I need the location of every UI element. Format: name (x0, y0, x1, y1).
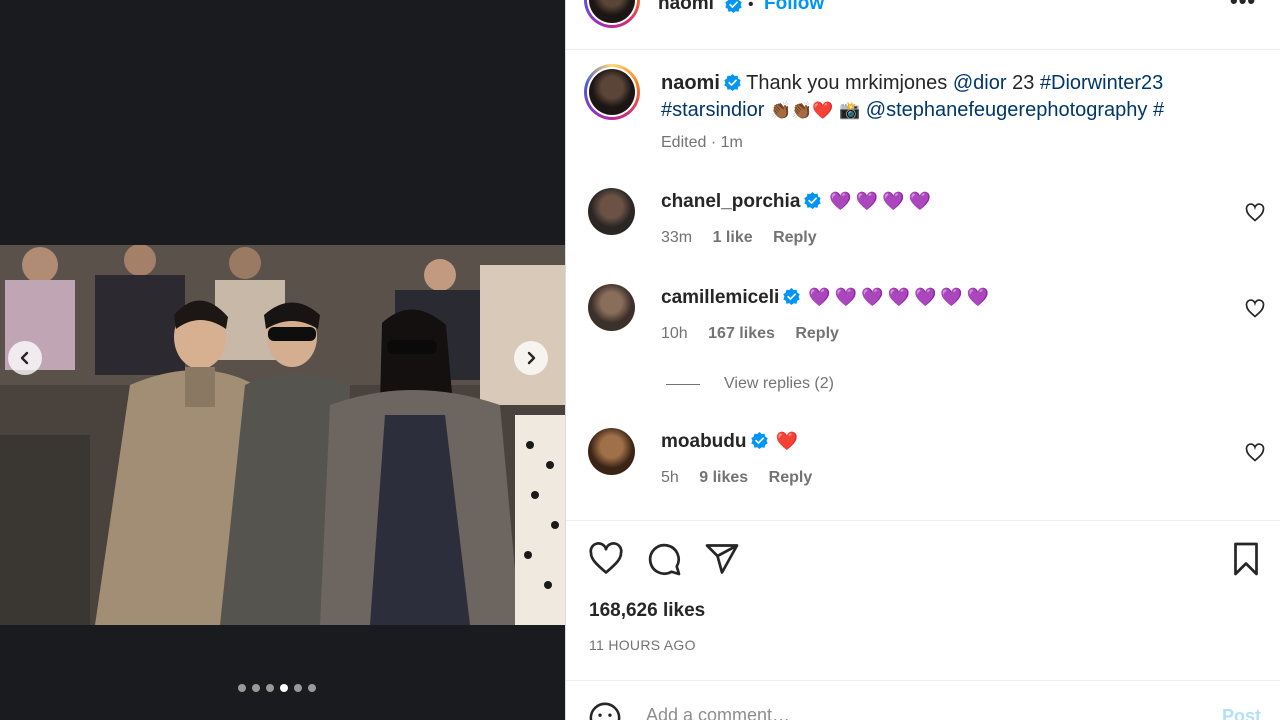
save-bookmark-icon[interactable] (1228, 541, 1264, 577)
comment-meta: 33m 1 like Reply (661, 229, 833, 247)
caption-text: Thank you mrkimjones (746, 72, 948, 94)
comment-text: ❤️ (775, 431, 802, 451)
emoji-smiley-icon[interactable] (588, 701, 622, 720)
comment-meta: 10h 167 likes Reply (661, 325, 855, 343)
share-send-icon[interactable] (704, 541, 740, 577)
comment-likes[interactable]: 9 likes (699, 469, 748, 486)
carousel-indicator (238, 684, 316, 692)
carousel-next-button[interactable] (514, 341, 548, 375)
post-comment-button[interactable]: Post (1222, 706, 1261, 720)
verified-badge-icon (725, 0, 742, 13)
post-like-count[interactable]: 168,626 likes (589, 600, 705, 622)
comment-reply-button[interactable]: Reply (795, 325, 839, 342)
caption-emojis: 👏🏾👏🏾❤️ (769, 101, 834, 120)
comment-bubble-icon[interactable] (646, 541, 682, 577)
comment-username[interactable]: moabudu (661, 431, 747, 452)
verified-badge-icon (750, 432, 768, 449)
comment-heart-icon[interactable] (1245, 443, 1265, 463)
post-caption: naomi Thank you mrkimjones @dior 23 #Dio… (661, 70, 1221, 124)
add-comment-bar: Post (566, 680, 1280, 720)
add-comment-input[interactable] (646, 705, 1186, 720)
replies-divider-line (666, 383, 700, 385)
carousel-dot (238, 684, 246, 692)
comment-reply-button[interactable]: Reply (769, 469, 813, 486)
comment-heart-icon[interactable] (1245, 299, 1265, 319)
post-side-panel: naomi • Follow ••• naomi Thank you mrkim… (565, 0, 1280, 720)
author-avatar[interactable] (584, 0, 640, 28)
comment-meta: 5h 9 likes Reply (661, 469, 828, 487)
follow-button[interactable]: Follow (764, 0, 824, 15)
comment-likes[interactable]: 1 like (713, 229, 753, 246)
comment-reply-button[interactable]: Reply (773, 229, 817, 246)
camera-emoji: 📸 (839, 101, 861, 120)
post-actions-bar (566, 520, 1280, 596)
comment-username[interactable]: camillemiceli (661, 287, 779, 308)
caption-mention-dior[interactable]: @dior (953, 72, 1007, 94)
verified-badge-icon (783, 288, 800, 305)
comment-likes[interactable]: 167 likes (708, 325, 775, 342)
caption-edited-time: Edited · 1m (661, 134, 743, 151)
comment-content: camillemiceli 💜💜💜💜💜💜💜 (661, 287, 993, 309)
verified-badge-icon (804, 192, 822, 209)
caption-hashtag-diorwinter23[interactable]: #Diorwinter23 (1040, 72, 1163, 94)
comment-heart-icon[interactable] (1245, 203, 1265, 223)
author-username[interactable]: naomi (658, 0, 714, 15)
comment-time: 10h (661, 325, 688, 342)
comment-text: 💜💜💜💜💜💜💜 (808, 287, 994, 307)
caption-mention-photographer[interactable]: @stephanefeugerephotography (866, 99, 1148, 121)
comment-text: 💜💜💜💜 (829, 191, 936, 211)
comment-content: chanel_porchia 💜💜💜💜 (661, 191, 935, 213)
view-replies-button[interactable]: View replies (2) (666, 375, 834, 393)
carousel-dot (308, 684, 316, 692)
comment-avatar[interactable] (588, 428, 635, 475)
chevron-left-icon (20, 351, 29, 365)
comment-item: chanel_porchia 💜💜💜💜 33m 1 like Reply (566, 188, 1280, 268)
caption-trailing-hash[interactable]: # (1153, 99, 1164, 121)
post-photo-illustration (0, 245, 565, 625)
carousel-dot-active (280, 684, 288, 692)
comment-item: moabudu ❤️ 5h 9 likes Reply (566, 428, 1280, 508)
carousel-dot (252, 684, 260, 692)
view-replies-label: View replies (2) (724, 375, 834, 392)
comment-avatar[interactable] (588, 284, 635, 331)
chevron-right-icon (527, 351, 536, 365)
comment-avatar[interactable] (588, 188, 635, 235)
comment-time: 5h (661, 469, 679, 486)
media-panel (0, 0, 565, 720)
post-header: naomi • Follow ••• (566, 0, 1280, 50)
caption-number: 23 (1012, 72, 1035, 94)
carousel-dot (266, 684, 274, 692)
verified-badge-icon (724, 74, 741, 91)
comment-time: 33m (661, 229, 693, 246)
more-options-icon[interactable]: ••• (1230, 0, 1256, 14)
like-heart-icon[interactable] (588, 541, 624, 577)
carousel-prev-button[interactable] (8, 341, 42, 375)
carousel-dot (294, 684, 302, 692)
comment-username[interactable]: chanel_porchia (661, 191, 800, 212)
post-photo (0, 245, 565, 625)
caption-avatar[interactable] (584, 64, 640, 120)
caption-hashtag-starsindior[interactable]: #starsindior (661, 99, 764, 121)
caption-username[interactable]: naomi (661, 72, 720, 94)
header-separator: • (748, 0, 754, 13)
post-timestamp: 11 HOURS AGO (589, 637, 696, 653)
comment-content: moabudu ❤️ (661, 431, 802, 453)
comment-item: camillemiceli 💜💜💜💜💜💜💜 10h 167 likes Reply (566, 284, 1280, 364)
